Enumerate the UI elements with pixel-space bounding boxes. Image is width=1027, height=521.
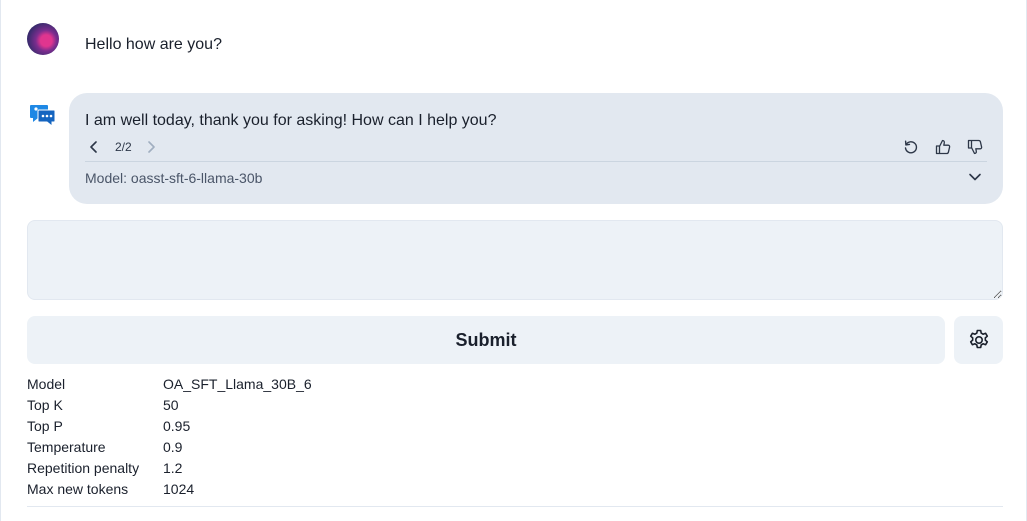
user-avatar <box>27 23 59 55</box>
message-input[interactable] <box>27 220 1003 300</box>
param-key: Top K <box>27 396 63 413</box>
thumbs-up-button[interactable] <box>933 138 953 156</box>
param-value: 1.2 <box>163 459 183 476</box>
assistant-chat-icon <box>30 105 56 127</box>
param-key: Model <box>27 375 66 392</box>
param-value: 0.9 <box>163 438 183 455</box>
thumbs-down-icon <box>967 139 983 155</box>
bottom-divider <box>27 506 1003 507</box>
param-row: Top P 0.95 <box>27 415 312 436</box>
bubble-divider <box>85 161 987 162</box>
param-value: 1024 <box>163 480 195 497</box>
settings-button[interactable] <box>954 316 1003 364</box>
param-value: 0.95 <box>163 417 191 434</box>
retry-icon <box>904 140 918 154</box>
previous-response-button[interactable] <box>85 138 103 156</box>
thumbs-down-button[interactable] <box>965 138 985 156</box>
model-info-value: oasst-sft-6-llama-30b <box>130 170 263 186</box>
param-row: Repetition penalty 1.2 <box>27 457 312 478</box>
param-row: Model OA_SFT_Llama_30B_6 <box>27 373 312 394</box>
param-row: Top K 50 <box>27 394 312 415</box>
param-value: 50 <box>163 396 179 413</box>
submit-button[interactable]: Submit <box>27 316 945 364</box>
retry-button[interactable] <box>901 138 921 156</box>
param-row: Temperature 0.9 <box>27 436 312 457</box>
chevron-right-icon <box>147 141 155 153</box>
response-pager: 2/2 <box>85 138 160 156</box>
gear-icon <box>969 329 988 349</box>
response-counter: 2/2 <box>115 140 132 154</box>
response-model-info: Model: oasst-sft-6-llama-30b <box>85 170 262 186</box>
param-value: OA_SFT_Llama_30B_6 <box>163 375 312 392</box>
assistant-message: I am well today, thank you for asking! H… <box>85 112 497 129</box>
param-key: Repetition penalty <box>27 459 140 476</box>
param-key: Top P <box>27 417 63 434</box>
param-key: Temperature <box>27 438 106 455</box>
param-key: Max new tokens <box>27 480 129 497</box>
model-info-label: Model: <box>85 170 131 186</box>
expand-details-button[interactable] <box>965 168 985 186</box>
generation-params-table: Model OA_SFT_Llama_30B_6 Top K 50 Top P 0.9… <box>27 373 312 499</box>
next-response-button[interactable] <box>142 138 160 156</box>
thumbs-up-icon <box>935 139 951 155</box>
param-row: Max new tokens 1024 <box>27 478 312 499</box>
assistant-message-bubble: I am well today, thank you for asking! H… <box>69 93 1003 204</box>
chevron-left-icon <box>90 141 97 153</box>
chevron-down-icon <box>969 173 981 181</box>
app-frame: Hello how are you? I am well today, than… <box>0 0 1027 521</box>
user-message: Hello how are you? <box>85 36 222 53</box>
message-actions <box>901 138 985 156</box>
